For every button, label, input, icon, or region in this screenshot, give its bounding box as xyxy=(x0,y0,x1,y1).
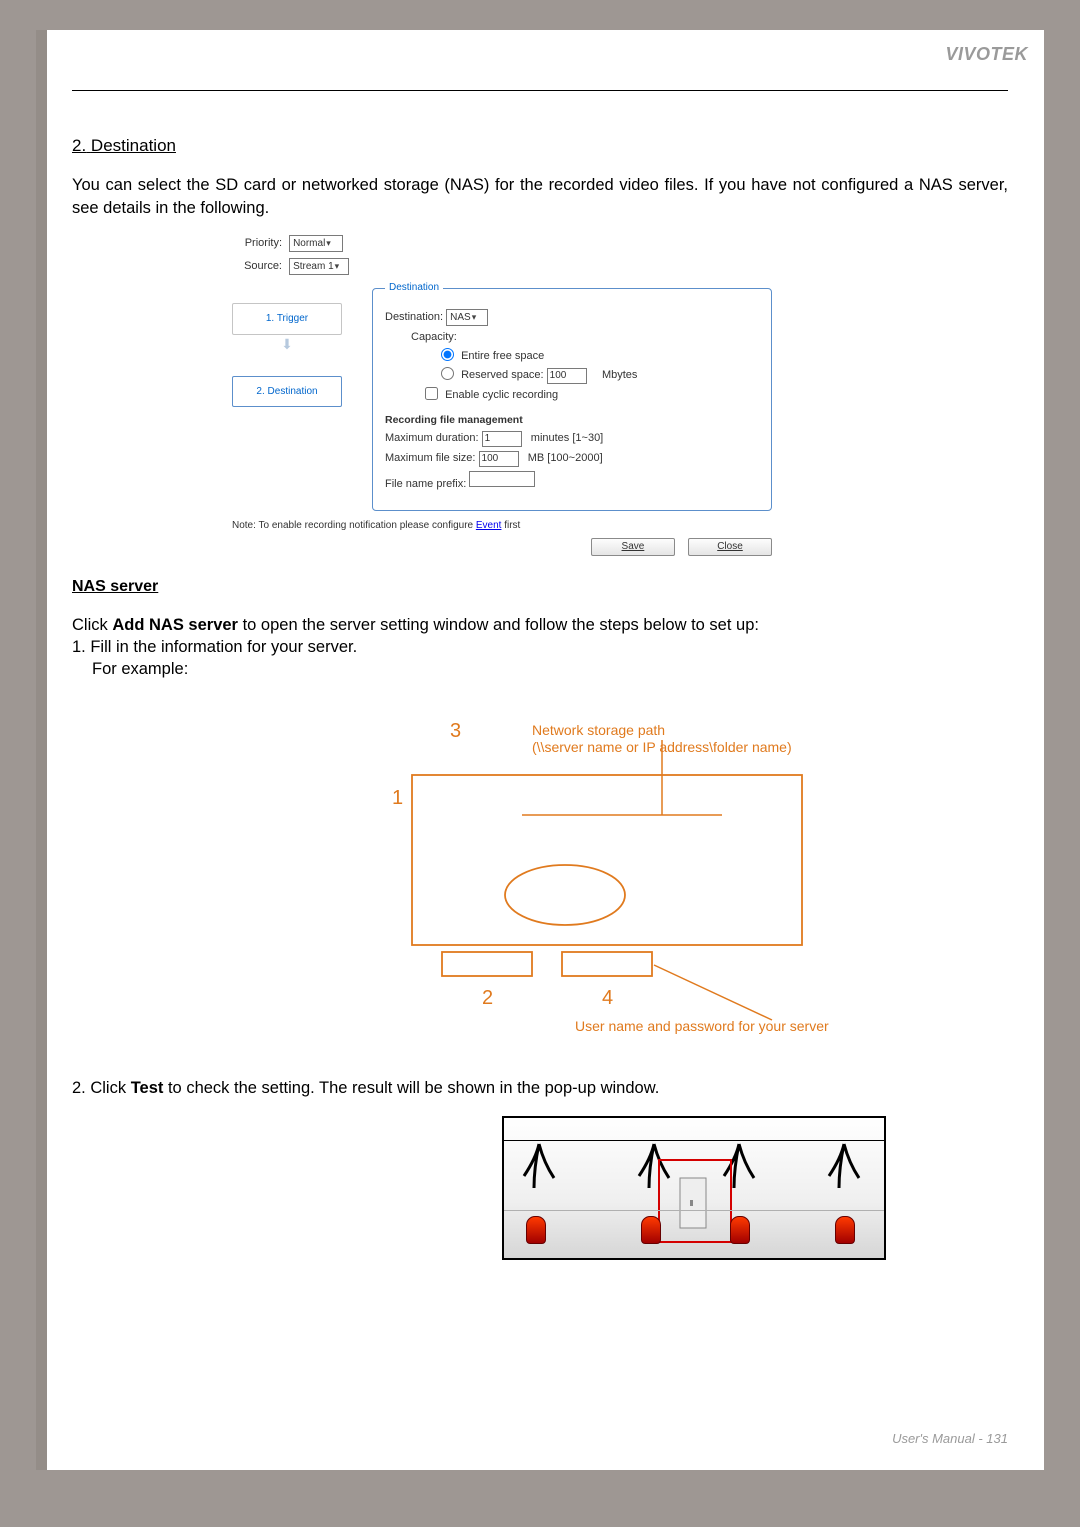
nas-diagram: 1 3 2 4 Network storage path(\\server na… xyxy=(72,700,1008,1060)
capacity-label: Capacity: xyxy=(411,330,759,345)
capacity-reserved-label: Reserved space: xyxy=(461,369,544,381)
priority-label: Priority: xyxy=(232,236,282,251)
max-duration-label: Maximum duration: xyxy=(385,432,479,444)
save-button[interactable]: Save xyxy=(591,538,675,556)
nas-step1-line2: For example: xyxy=(72,658,1008,680)
max-filesize-input[interactable]: 100 xyxy=(479,451,519,467)
nas-heading: NAS server xyxy=(72,576,1008,598)
filename-prefix-input[interactable] xyxy=(469,471,535,487)
diagram-marker-3: 3 xyxy=(450,718,461,745)
close-button[interactable]: Close xyxy=(688,538,772,556)
diagram-marker-2: 2 xyxy=(482,985,493,1012)
page-footer: User's Manual - 131 xyxy=(892,1431,1008,1446)
section-paragraph: You can select the SD card or networked … xyxy=(72,174,1008,219)
priority-select[interactable]: Normal xyxy=(289,235,343,252)
nas-step2: 2. Click Test to check the setting. The … xyxy=(72,1077,1008,1099)
destination-config-screenshot: Priority: Normal Source: Stream 1 1. Tri… xyxy=(232,235,772,555)
bulb-icon xyxy=(641,1216,661,1244)
cyclic-recording-checkbox[interactable] xyxy=(425,387,438,400)
step-trigger[interactable]: 1. Trigger xyxy=(232,303,342,335)
bulb-icon xyxy=(835,1216,855,1244)
source-select[interactable]: Stream 1 xyxy=(289,258,349,275)
cyclic-recording-label: Enable cyclic recording xyxy=(445,389,558,401)
test-popup-preview xyxy=(502,1116,886,1260)
event-note: Note: To enable recording notification p… xyxy=(232,519,772,533)
bulb-icon xyxy=(730,1216,750,1244)
section-heading: 2. Destination xyxy=(72,135,1008,158)
destination-legend: Destination xyxy=(385,281,443,295)
capacity-entire-label: Entire free space xyxy=(461,350,544,362)
max-filesize-unit: MB [100~2000] xyxy=(528,452,603,464)
file-management-heading: Recording file management xyxy=(385,413,759,427)
max-duration-unit: minutes [1~30] xyxy=(531,432,603,444)
step-arrow-icon: ⬇ xyxy=(272,335,302,354)
step-destination[interactable]: 2. Destination xyxy=(232,376,342,408)
event-link[interactable]: Event xyxy=(476,520,502,531)
reserved-unit: Mbytes xyxy=(602,369,637,381)
source-label: Source: xyxy=(232,259,282,274)
bulb-icon xyxy=(526,1216,546,1244)
diagram-marker-1: 1 xyxy=(392,785,403,812)
capacity-entire-radio[interactable] xyxy=(441,348,454,361)
capacity-reserved-radio[interactable] xyxy=(441,367,454,380)
diagram-label-path: Network storage path(\\server name or IP… xyxy=(532,722,792,756)
reserved-space-input[interactable]: 100 xyxy=(547,368,587,384)
diagram-marker-4: 4 xyxy=(602,985,613,1012)
destination-select[interactable]: NAS xyxy=(446,309,488,326)
nas-step1-line1: 1. Fill in the information for your serv… xyxy=(72,636,1008,658)
destination-fieldset: Destination Destination: NAS Capacity: E… xyxy=(372,281,772,510)
diagram-label-auth: User name and password for your server xyxy=(575,1018,829,1035)
filename-prefix-label: File name prefix: xyxy=(385,478,466,490)
nas-intro: Click Add NAS server to open the server … xyxy=(72,614,1008,636)
max-filesize-label: Maximum file size: xyxy=(385,452,475,464)
destination-label: Destination: xyxy=(385,311,443,323)
max-duration-input[interactable]: 1 xyxy=(482,431,522,447)
brand-logo: VIVOTEK xyxy=(945,44,1028,65)
